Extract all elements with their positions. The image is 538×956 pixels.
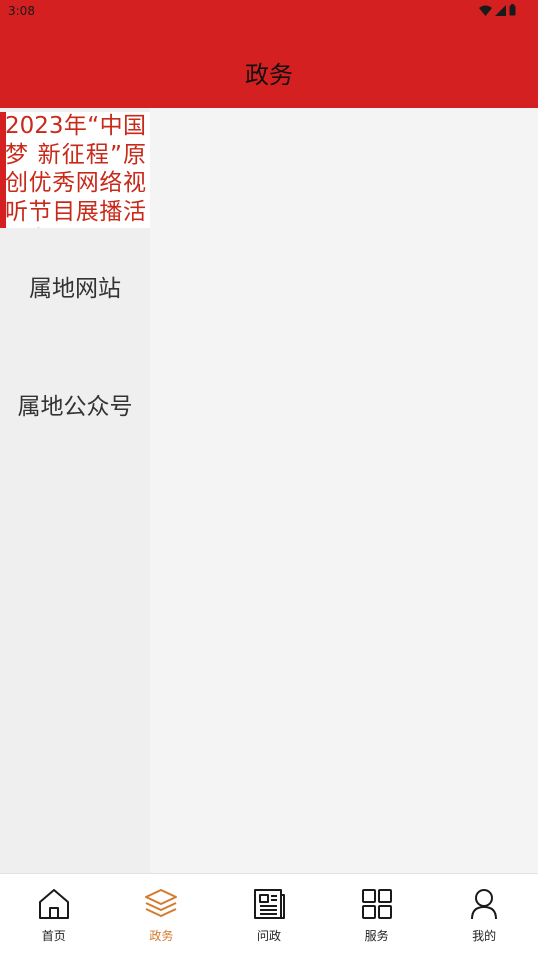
home-icon: [38, 889, 69, 919]
status-bar: 3:08: [0, 0, 538, 24]
tab-profile[interactable]: 我的: [430, 874, 538, 956]
sidebar-item-local-accounts[interactable]: 属地公众号: [0, 354, 150, 454]
tab-label: 政务: [149, 929, 174, 943]
app-header: 3:08 政务: [0, 0, 538, 108]
signal-icon: [495, 4, 506, 16]
tab-label: 服务: [364, 929, 389, 943]
tab-affairs[interactable]: 政务: [108, 874, 216, 956]
sidebar-item-label: 2023年“中国梦 新征程”原创优秀网络视听节目展播活动专区: [5, 113, 146, 228]
layers-icon: [145, 889, 178, 917]
sidebar-item-label: 属地公众号: [17, 394, 133, 420]
category-sidebar: 2023年“中国梦 新征程”原创优秀网络视听节目展播活动专区 属地网站 属地公众…: [0, 108, 150, 873]
tab-label: 首页: [41, 929, 66, 943]
status-icons: [479, 4, 516, 16]
tab-label: 我的: [472, 929, 497, 943]
bottom-tab-bar: 首页 政务 问政 服务 我的: [0, 873, 538, 956]
sidebar-item-label: 属地网站: [29, 276, 121, 302]
tab-home[interactable]: 首页: [0, 874, 108, 956]
sidebar-item-local-websites[interactable]: 属地网站: [0, 236, 150, 336]
grid-icon: [361, 889, 392, 919]
content-area: [150, 108, 538, 873]
status-time: 3:08: [8, 4, 35, 18]
page-title: 政务: [245, 61, 293, 89]
wifi-icon: [479, 5, 492, 16]
user-icon: [471, 889, 498, 920]
tab-services[interactable]: 服务: [323, 874, 431, 956]
battery-icon: [509, 4, 516, 16]
active-indicator: [0, 112, 6, 228]
tab-inquiry[interactable]: 问政: [215, 874, 323, 956]
newspaper-icon: [253, 889, 285, 919]
sidebar-item-dream-campaign[interactable]: 2023年“中国梦 新征程”原创优秀网络视听节目展播活动专区: [0, 112, 150, 228]
tab-label: 问政: [256, 929, 281, 943]
